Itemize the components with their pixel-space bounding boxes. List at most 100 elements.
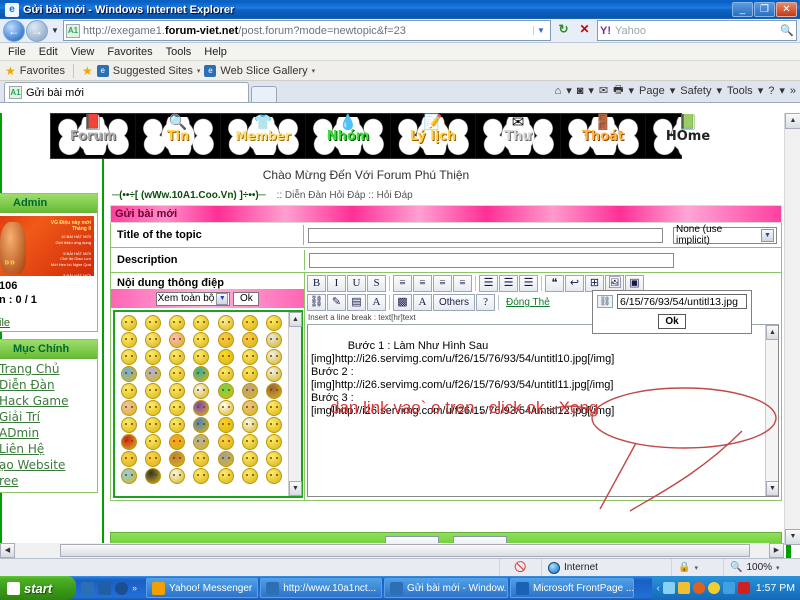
tray-icon-2[interactable] [677,582,690,594]
smiley-53[interactable] [193,434,210,450]
forward-button[interactable]: → [26,19,48,42]
smiley-31[interactable] [169,383,186,399]
chevron-down-icon-2[interactable]: ▾ [312,67,316,75]
smiley-13[interactable] [242,332,259,348]
underline-button[interactable]: U [347,275,366,292]
command-overflow-icon[interactable]: » [790,85,796,97]
menu-help[interactable]: Help [204,46,227,58]
smiley-28[interactable] [266,366,283,382]
nav-home[interactable]: 📗 HOme [646,114,730,158]
smiley-66[interactable] [169,468,186,484]
sidebar-item-hack-game[interactable]: Hack Game [0,393,97,409]
back-button[interactable]: ← [3,19,25,42]
tab-gui-bai-moi[interactable]: A1 Gửi bài mới [4,82,249,102]
font-bg-button[interactable]: ▩ [393,294,412,311]
bold-button[interactable]: B [307,275,326,292]
page-chevron-icon[interactable]: ▾ [670,84,676,97]
smiley-3[interactable] [169,315,186,331]
sidebar-item-trang-chu[interactable]: Trang Chủ [0,361,97,377]
tray-icon-4[interactable] [707,582,720,594]
help-button[interactable]: ? [476,294,496,311]
align-left-button[interactable]: ≡ [393,275,412,292]
chevron-down-icon[interactable]: ▼ [216,292,229,305]
justify-button[interactable]: ≡ [453,275,472,292]
quick-launch-overflow-icon[interactable]: » [132,583,137,593]
smiley-62[interactable] [242,451,259,467]
smiley-20[interactable] [242,349,259,365]
nav-tin[interactable]: 🔍 Tin [136,114,221,158]
print-icon[interactable]: 🖶 [613,81,623,100]
msg-scroll-up-icon[interactable]: ▲ [766,325,778,340]
page-scroll-up-icon[interactable]: ▲ [785,113,800,129]
read-mail-icon[interactable]: ✉ [599,84,608,97]
nav-forum[interactable]: 📕 Forum [51,114,136,158]
minimize-button[interactable]: _ [732,2,753,17]
tray-icon-1[interactable] [662,582,675,594]
feeds-icon[interactable]: ◙ [577,85,584,97]
close-tag-link[interactable]: Đóng Thẻ [506,297,550,308]
help-chevron-icon[interactable]: ▾ [779,84,785,97]
smiley-46[interactable] [193,417,210,433]
smiley-16[interactable] [144,349,161,365]
msg-scroll-down-icon[interactable]: ▼ [766,481,778,496]
menu-edit[interactable]: Edit [39,46,58,58]
code-button[interactable]: ↩ [565,275,584,292]
media-quick-icon[interactable] [115,581,128,595]
smiley-37[interactable] [144,400,161,416]
tray-icon-5[interactable] [722,582,735,594]
suggested-sites-button[interactable]: Suggested Sites [113,65,193,77]
smiley-36[interactable] [120,400,137,416]
description-input[interactable] [309,252,674,268]
menu-favorites[interactable]: Favorites [107,46,152,58]
scroll-down-arrow-icon[interactable]: ▼ [289,481,302,496]
smiley-61[interactable] [217,451,234,467]
clock[interactable]: 1:57 PM [756,582,795,594]
smiley-10[interactable] [169,332,186,348]
smiley-14[interactable] [266,332,283,348]
zoom-chevron-icon[interactable]: ▾ [776,564,780,572]
sidebar-item-free[interactable]: ree [0,473,97,489]
smiley-1[interactable] [120,315,137,331]
smiley-55[interactable] [242,434,259,450]
close-button[interactable]: ✕ [776,2,797,17]
smiley-69[interactable] [242,468,259,484]
numbered-list-button[interactable]: ☰ [499,275,518,292]
smiley-22[interactable] [120,366,137,382]
align-right-button[interactable]: ≡ [433,275,452,292]
link-url-input[interactable]: 6/15/76/93/54/untitl13.jpg [617,294,747,309]
protected-mode[interactable]: 🔒 ▾ [672,558,724,577]
start-button[interactable]: start [0,576,76,600]
others-button[interactable]: Others [433,294,476,311]
smiley-2[interactable] [144,315,161,331]
tools-menu-button[interactable]: Tools [727,85,753,97]
page-menu-button[interactable]: Page [639,85,665,97]
bullet-list-button[interactable]: ☰ [479,275,498,292]
smiley-50[interactable] [120,434,137,450]
sidebar-item-dien-dan[interactable]: Diễn Đàn [0,377,97,393]
smiley-56[interactable] [266,434,283,450]
smiley-39[interactable] [193,400,210,416]
security-zone[interactable]: Internet [542,558,672,577]
horizontal-scroll-thumb[interactable] [60,544,750,557]
safety-menu-button[interactable]: Safety [680,85,711,97]
menu-view[interactable]: View [71,46,95,58]
stop-button[interactable]: ✕ [574,20,595,41]
smiley-19[interactable] [217,349,234,365]
search-input[interactable]: Yahoo [615,25,780,37]
smiley-8[interactable] [120,332,137,348]
smiley-26[interactable] [217,366,234,382]
smiley-63[interactable] [266,451,283,467]
url-dropdown-icon[interactable]: ▼ [533,26,548,35]
chevron-down-icon[interactable]: ▼ [761,228,774,242]
page-scroll-down-icon[interactable]: ▼ [785,529,800,545]
smiley-12[interactable] [217,332,234,348]
tray-expand-icon[interactable]: ‹ [657,583,660,594]
task-yahoo-messenger[interactable]: Yahoo! Messenger [146,578,259,598]
title-input[interactable] [308,227,663,243]
chevron-down-icon[interactable]: ▾ [197,67,201,75]
home-chevron-icon[interactable]: ▾ [566,84,572,97]
smiley-view-select[interactable]: Xem toàn bộ ▼ [155,291,231,306]
help-icon[interactable]: ? [768,85,774,97]
strikethrough-button[interactable]: S [367,275,386,292]
smiley-grid[interactable] [115,312,288,496]
